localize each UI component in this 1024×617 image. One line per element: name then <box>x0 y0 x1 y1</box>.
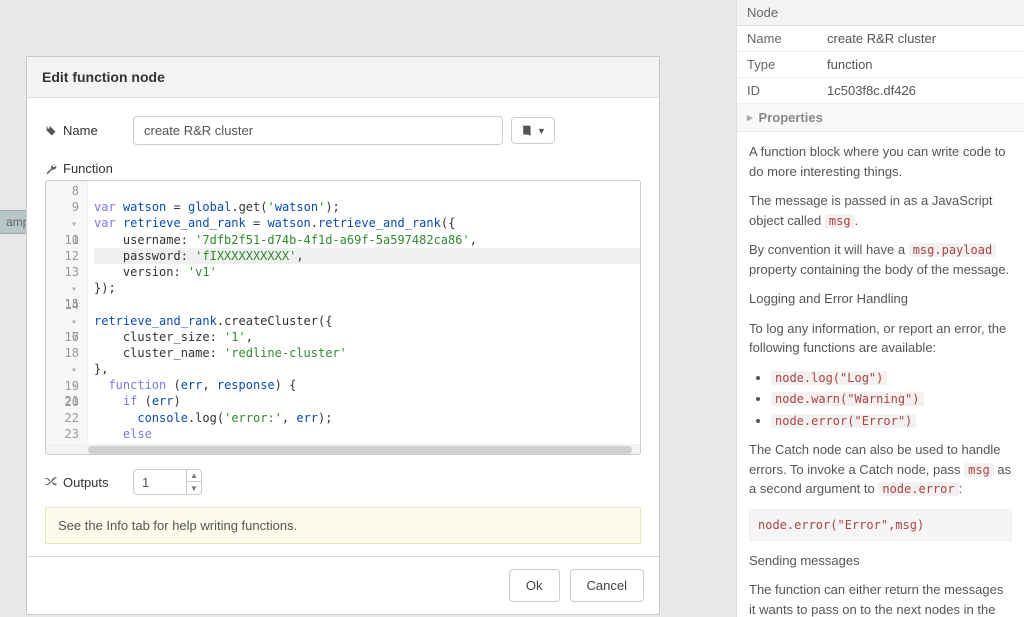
node-info-table: Node Name create R&R cluster Type functi… <box>737 0 1024 104</box>
shuffle-icon <box>45 476 57 488</box>
info-id-label: ID <box>737 78 817 104</box>
dialog-title: Edit function node <box>27 57 659 98</box>
code-node-error: node.error("Error") <box>771 414 916 428</box>
info-p3: By convention it will have a msg.payload… <box>749 240 1012 279</box>
properties-heading-text: Properties <box>759 110 823 125</box>
info-p2: The message is passed in as a JavaScript… <box>749 191 1012 230</box>
properties-heading[interactable]: Properties <box>737 104 1024 132</box>
info-name-value: create R&R cluster <box>817 26 1024 52</box>
code-msg: msg <box>825 214 855 228</box>
dialog-footer: Ok Cancel <box>27 556 659 614</box>
info-log-list: node.log("Log") node.warn("Warning") nod… <box>771 368 1012 431</box>
info-sidebar: Node Name create R&R cluster Type functi… <box>736 0 1024 617</box>
code-node-error2: node.error <box>878 482 958 496</box>
function-label: Function <box>45 161 641 176</box>
info-codebox: node.error("Error",msg) <box>749 509 1012 541</box>
outputs-row: Outputs ▲ ▼ <box>45 469 641 495</box>
code-node-log: node.log("Log") <box>771 371 887 385</box>
code-msg-payload: msg.payload <box>909 243 996 257</box>
name-row: Name ▼ <box>45 116 641 145</box>
info-name-label: Name <box>737 26 817 52</box>
cancel-button[interactable]: Cancel <box>570 569 644 602</box>
outputs-label-text: Outputs <box>63 475 109 490</box>
caret-down-icon: ▼ <box>537 126 546 136</box>
info-type-label: Type <box>737 52 817 78</box>
outputs-up[interactable]: ▲ <box>187 470 201 482</box>
info-id-value: 1c503f8c.df426 <box>817 78 1024 104</box>
tag-icon <box>45 125 57 137</box>
edit-function-dialog: Edit function node Name ▼ Function 89▾ 1… <box>26 56 660 615</box>
editor-scrollbar-thumb[interactable] <box>88 446 632 454</box>
code-msg2: msg <box>964 463 994 477</box>
outputs-input[interactable] <box>134 470 186 494</box>
gutter: 89▾ 10111213▾ 1415▾ 161718▾ 19▾ 20212223… <box>46 181 88 444</box>
function-label-text: Function <box>63 161 113 176</box>
name-input[interactable] <box>133 116 503 145</box>
outputs-label: Outputs <box>45 475 125 490</box>
info-h-send: Sending messages <box>749 551 1012 571</box>
node-heading: Node <box>737 0 1024 26</box>
info-type-value: function <box>817 52 1024 78</box>
info-p6: The function can either return the messa… <box>749 580 1012 617</box>
code-node-warn: node.warn("Warning") <box>771 392 924 406</box>
name-label-text: Name <box>63 123 98 138</box>
info-tip: See the Info tab for help writing functi… <box>45 507 641 544</box>
outputs-spinner[interactable]: ▲ ▼ <box>133 469 202 495</box>
outputs-down[interactable]: ▼ <box>187 482 201 494</box>
info-p4: To log any information, or report an err… <box>749 319 1012 358</box>
name-label: Name <box>45 123 125 138</box>
info-h-log: Logging and Error Handling <box>749 289 1012 309</box>
info-p1: A function block where you can write cod… <box>749 142 1012 181</box>
code-editor[interactable]: 89▾ 10111213▾ 1415▾ 161718▾ 19▾ 20212223… <box>45 180 641 455</box>
info-p5: The Catch node can also be used to handl… <box>749 440 1012 499</box>
editor-scrollbar-horizontal[interactable] <box>46 444 640 454</box>
info-help: A function block where you can write cod… <box>737 132 1024 617</box>
book-icon <box>520 124 533 137</box>
ok-button[interactable]: Ok <box>509 569 560 602</box>
library-dropdown-button[interactable]: ▼ <box>511 117 555 144</box>
code-area[interactable]: var watson = global.get('watson');var re… <box>88 181 640 444</box>
dialog-body: Name ▼ Function 89▾ 10111213▾ 1415▾ 1617… <box>27 98 659 556</box>
wrench-icon <box>45 163 57 175</box>
